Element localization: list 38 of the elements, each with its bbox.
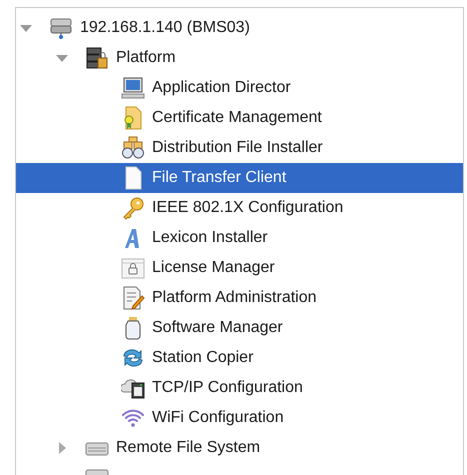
tree-item[interactable]: Remote File System <box>16 433 463 463</box>
item-label: Platform Administration <box>152 288 317 308</box>
item-label: Remote File System <box>116 438 260 458</box>
item-label: Distribution File Installer <box>152 138 323 158</box>
key-icon <box>121 196 145 220</box>
tree-item[interactable]: WiFi Configuration <box>16 403 463 433</box>
item-label: IEEE 802.1X Configuration <box>152 198 344 218</box>
binoculars-icon <box>121 136 145 160</box>
item-label: Lexicon Installer <box>152 228 268 248</box>
tree-item[interactable]: Lexicon Installer <box>16 223 463 253</box>
item-label: Platform <box>116 48 176 68</box>
item-label: Software Manager <box>152 318 283 338</box>
tree-item[interactable]: Station Copier <box>16 343 463 373</box>
tree-item[interactable]: File Transfer Client <box>16 163 463 193</box>
tree-item[interactable]: Distribution File Installer <box>16 133 463 163</box>
item-label: Station Copier <box>152 348 254 368</box>
tree-item[interactable]: Certificate Management <box>16 103 463 133</box>
tree-item[interactable]: 192.168.1.140 (BMS03) <box>16 13 463 43</box>
lock-icon <box>121 256 145 280</box>
tree-item[interactable]: Application Director <box>16 73 463 103</box>
item-label: Application Director <box>152 78 291 98</box>
server-icon <box>49 16 73 40</box>
tree-item[interactable]: Software Manager <box>16 313 463 343</box>
tree-item[interactable]: TCP/IP Configuration <box>16 373 463 403</box>
item-label: Certificate Management <box>152 108 322 128</box>
computer-icon <box>121 76 145 100</box>
document-pencil-icon <box>121 286 145 310</box>
item-label: 192.168.1.140 (BMS03) <box>80 18 250 38</box>
item-label: License Manager <box>152 258 275 278</box>
item-label: WiFi Configuration <box>152 408 284 428</box>
tree-item[interactable]: Platform <box>16 43 463 73</box>
drive-icon <box>85 469 109 475</box>
tree-item[interactable]: IEEE 802.1X Configuration <box>16 193 463 223</box>
tree-item[interactable]: License Manager <box>16 253 463 283</box>
item-label: TCP/IP Configuration <box>152 378 303 398</box>
server-lock-icon <box>85 46 109 70</box>
item-label: File Transfer Client <box>152 168 286 188</box>
tree-item[interactable]: Platform Administration <box>16 283 463 313</box>
